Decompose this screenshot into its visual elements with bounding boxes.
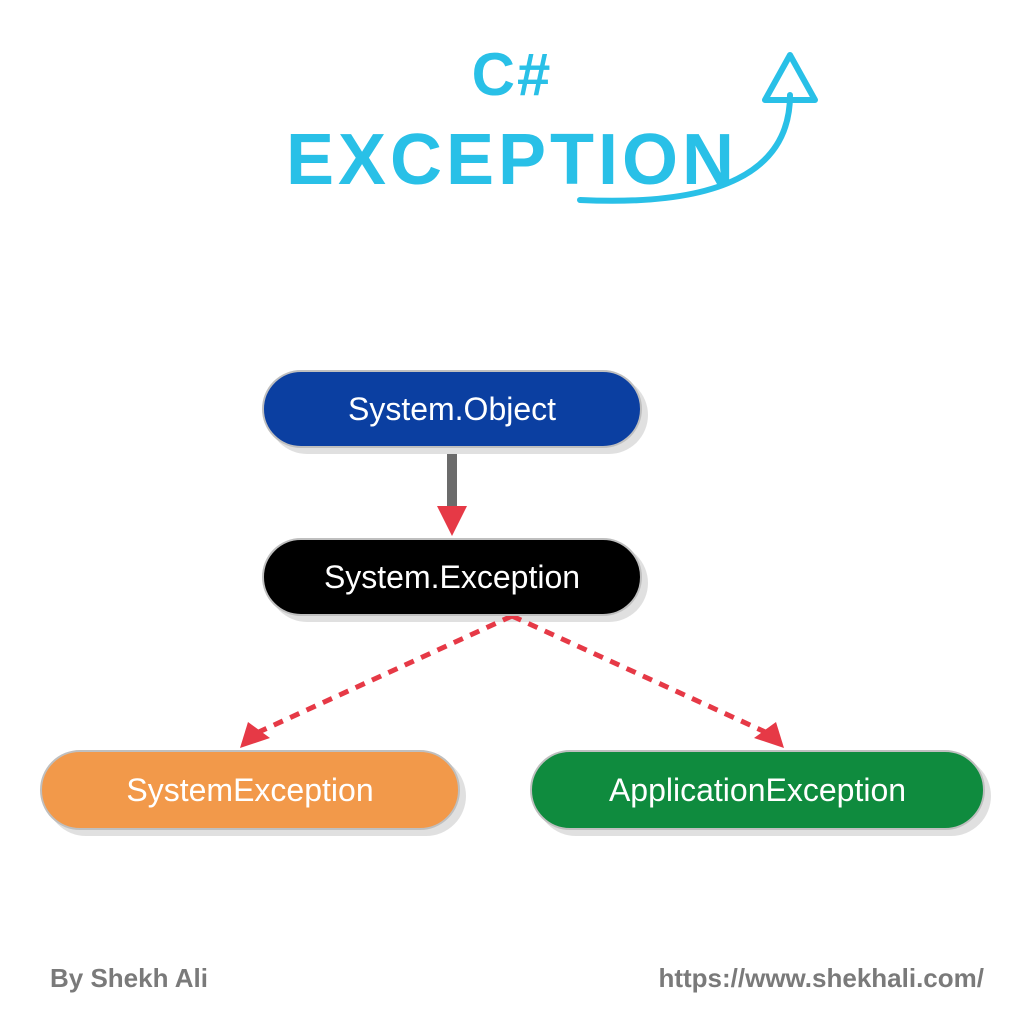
- node-label: SystemException: [126, 772, 373, 809]
- footer-url: https://www.shekhali.com/: [658, 963, 984, 994]
- arrow-down-icon: [437, 448, 467, 540]
- title-block: C# EXCEPTION: [0, 40, 1024, 201]
- footer-author: By Shekh Ali: [50, 963, 208, 994]
- node-label: System.Exception: [324, 559, 580, 596]
- curve-arrow-icon: [560, 15, 860, 235]
- node-applicationexception: ApplicationException: [530, 750, 985, 830]
- node-label: System.Object: [348, 391, 556, 428]
- title-line-2: EXCEPTION: [0, 119, 1024, 201]
- node-system-object: System.Object: [262, 370, 642, 448]
- dashed-connector-icon: [200, 616, 824, 756]
- title-line-1: C#: [0, 40, 1024, 109]
- node-label: ApplicationException: [609, 772, 906, 809]
- node-systemexception: SystemException: [40, 750, 460, 830]
- node-system-exception: System.Exception: [262, 538, 642, 616]
